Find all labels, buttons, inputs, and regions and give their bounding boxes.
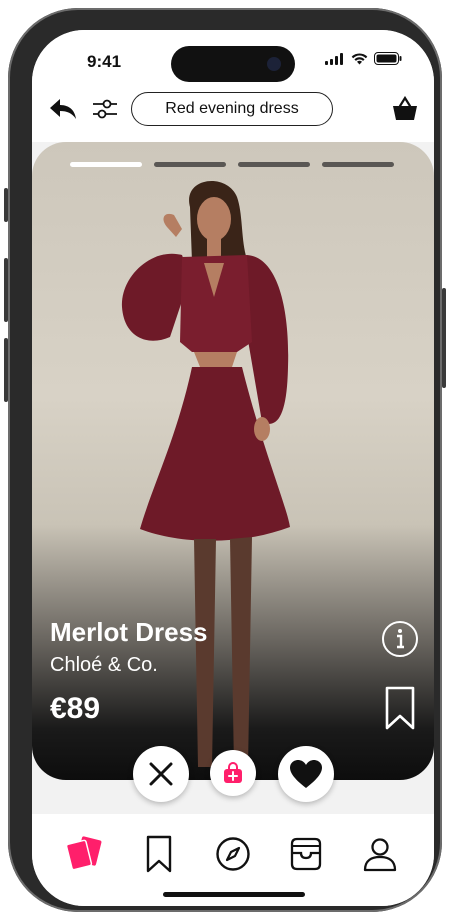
tab-explore[interactable] bbox=[213, 834, 253, 874]
side-button bbox=[442, 288, 446, 388]
search-query-pill[interactable]: Red evening dress bbox=[131, 92, 333, 126]
cards-icon bbox=[65, 836, 102, 871]
status-icons bbox=[325, 52, 402, 65]
product-brand: Chloé & Co. bbox=[50, 654, 158, 676]
battery-icon bbox=[374, 52, 402, 65]
status-bar: 9:41 bbox=[32, 30, 434, 92]
home-indicator bbox=[163, 892, 305, 897]
bookmark-icon bbox=[146, 835, 172, 873]
tab-inbox[interactable] bbox=[286, 834, 326, 874]
basket-icon[interactable] bbox=[390, 92, 420, 126]
dislike-button[interactable] bbox=[133, 746, 189, 802]
heart-icon bbox=[290, 760, 322, 788]
volume-up-button bbox=[4, 258, 8, 322]
inbox-icon bbox=[290, 837, 322, 871]
user-icon bbox=[363, 838, 397, 872]
status-time: 9:41 bbox=[87, 52, 122, 71]
product-card[interactable]: Merlot Dress Chloé & Co. €89 bbox=[32, 142, 434, 780]
close-icon bbox=[149, 762, 173, 786]
compass-icon bbox=[216, 837, 250, 871]
filter-sliders-icon[interactable] bbox=[90, 92, 120, 126]
action-button bbox=[4, 188, 8, 222]
dynamic-island bbox=[171, 46, 295, 82]
add-to-bag-button[interactable] bbox=[210, 750, 256, 796]
top-bar: Red evening dress bbox=[32, 92, 434, 142]
search-query-text: Red evening dress bbox=[165, 100, 299, 117]
screen: 9:41 Red evening dress Merlot Dress Chlo… bbox=[32, 30, 434, 906]
back-arrow-icon[interactable] bbox=[46, 92, 80, 126]
image-progress-segment bbox=[322, 162, 394, 167]
tab-saved[interactable] bbox=[139, 834, 179, 874]
signal-icon bbox=[325, 52, 343, 65]
bookmark-icon[interactable] bbox=[382, 684, 418, 732]
tab-cards[interactable] bbox=[64, 834, 104, 874]
volume-down-button bbox=[4, 338, 8, 402]
product-photo bbox=[121, 180, 290, 767]
like-button[interactable] bbox=[278, 746, 334, 802]
tab-profile[interactable] bbox=[360, 834, 400, 874]
product-name: Merlot Dress bbox=[50, 617, 208, 647]
phone-frame: 9:41 Red evening dress Merlot Dress Chlo… bbox=[4, 8, 446, 912]
product-price: €89 bbox=[50, 692, 101, 725]
shopping-bag-plus-icon bbox=[224, 762, 242, 783]
info-icon[interactable] bbox=[380, 619, 420, 659]
wifi-icon bbox=[351, 52, 368, 64]
